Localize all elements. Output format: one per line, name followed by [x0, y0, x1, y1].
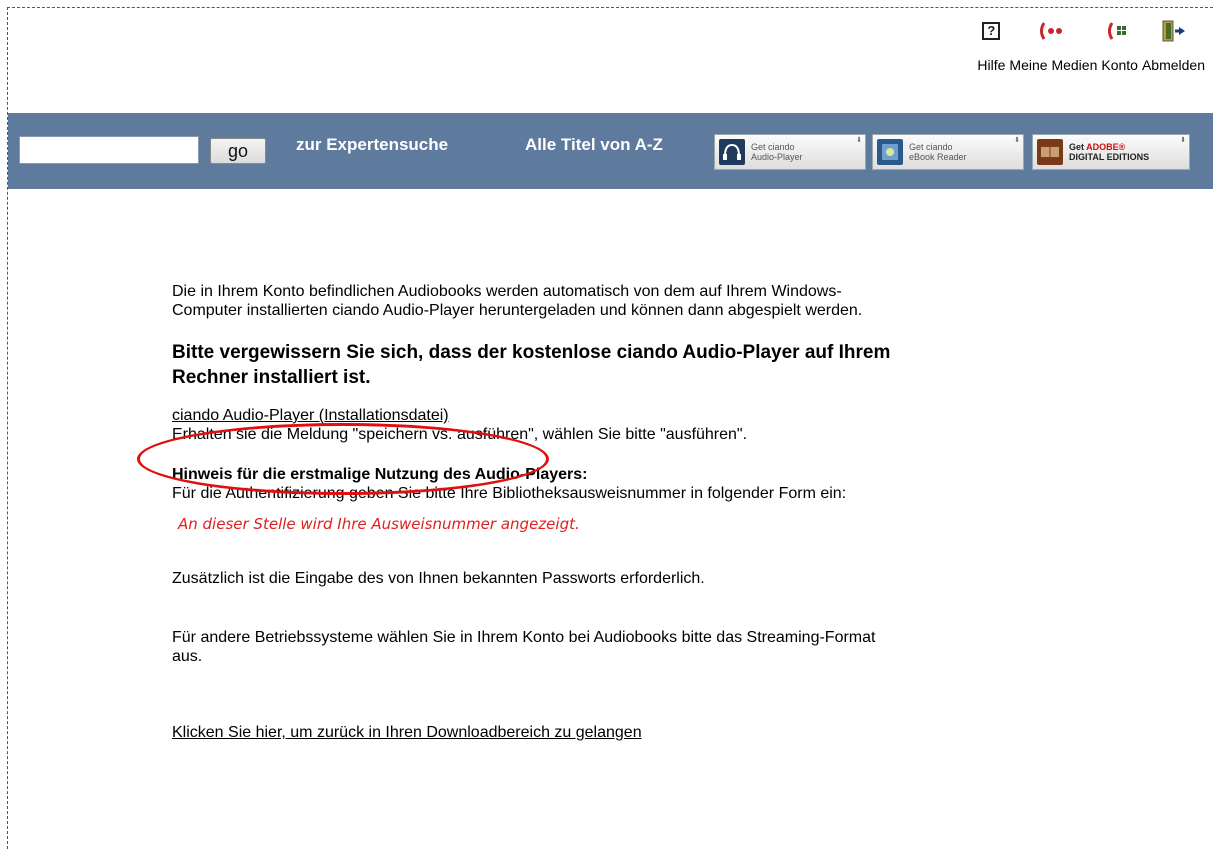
account-link[interactable]: Konto — [1101, 20, 1138, 73]
install-file-link[interactable]: ciando Audio-Player (Installationsdatei) — [172, 407, 449, 424]
adobe-badge-text: Get ADOBE® DIGITAL EDITIONS — [1069, 142, 1150, 162]
ebook-badge-text: Get ciando eBook Reader — [909, 142, 967, 162]
audio-badge-text: Get ciando Audio-Player — [751, 142, 803, 162]
intro-text: Die in Ihrem Konto befindlichen Audioboo… — [172, 283, 863, 319]
help-label: Hilfe — [977, 57, 1006, 73]
get-audio-player-badge[interactable]: Get ciando Audio-Player ⬇ — [714, 134, 866, 170]
help-link[interactable]: ? Hilfe — [977, 20, 1005, 73]
logout-label: Abmelden — [1141, 57, 1205, 73]
top-navigation: ? Hilfe Meine Medien Konto Abmelden — [973, 20, 1205, 73]
help-icon: ? — [982, 22, 1001, 40]
logout-link[interactable]: Abmelden — [1142, 20, 1205, 73]
adobe-book-icon — [1037, 139, 1063, 165]
get-ebook-reader-badge[interactable]: Get ciando eBook Reader ⬇ — [872, 134, 1024, 170]
download-arrow-icon: ⬇ — [1014, 137, 1020, 144]
back-to-downloads-link[interactable]: Klicken Sie hier, um zurück in Ihren Dow… — [172, 724, 642, 741]
logout-door-icon — [1159, 20, 1187, 42]
all-titles-link[interactable]: Alle Titel von A-Z — [525, 135, 663, 155]
get-adobe-digital-editions-badge[interactable]: Get ADOBE® DIGITAL EDITIONS ⬇ — [1032, 134, 1190, 170]
account-label: Konto — [1101, 57, 1138, 73]
account-grid-icon — [1106, 20, 1134, 42]
go-button[interactable]: go — [210, 138, 266, 164]
install-note: Erhalten sie die Meldung "speichern vs. … — [172, 426, 748, 443]
hint-text: Für die Authentifizierung geben Sie bitt… — [172, 485, 847, 502]
my-media-link[interactable]: Meine Medien — [1009, 20, 1097, 73]
hint-title: Hinweis für die erstmalige Nutzung des A… — [172, 466, 588, 483]
headphones-icon — [719, 139, 745, 165]
media-icon — [1038, 20, 1068, 42]
install-heading: Bitte vergewissern Sie sich, dass der ko… — [172, 342, 891, 388]
main-content: Die in Ihrem Konto befindlichen Audioboo… — [172, 282, 892, 742]
other-os-note: Für andere Betriebssysteme wählen Sie in… — [172, 629, 876, 665]
library-id-placeholder: An dieser Stelle wird Ihre Ausweisnummer… — [178, 515, 580, 533]
search-toolbar: go zur Expertensuche Alle Titel von A-Z … — [8, 113, 1213, 189]
my-media-label: Meine Medien — [1009, 57, 1098, 73]
password-note: Zusätzlich ist die Eingabe des von Ihnen… — [172, 570, 705, 587]
download-arrow-icon: ⬇ — [1180, 137, 1186, 144]
download-arrow-icon: ⬇ — [856, 137, 862, 144]
expert-search-link[interactable]: zur Expertensuche — [296, 135, 448, 155]
search-input[interactable] — [19, 136, 199, 164]
ebook-reader-icon — [877, 139, 903, 165]
